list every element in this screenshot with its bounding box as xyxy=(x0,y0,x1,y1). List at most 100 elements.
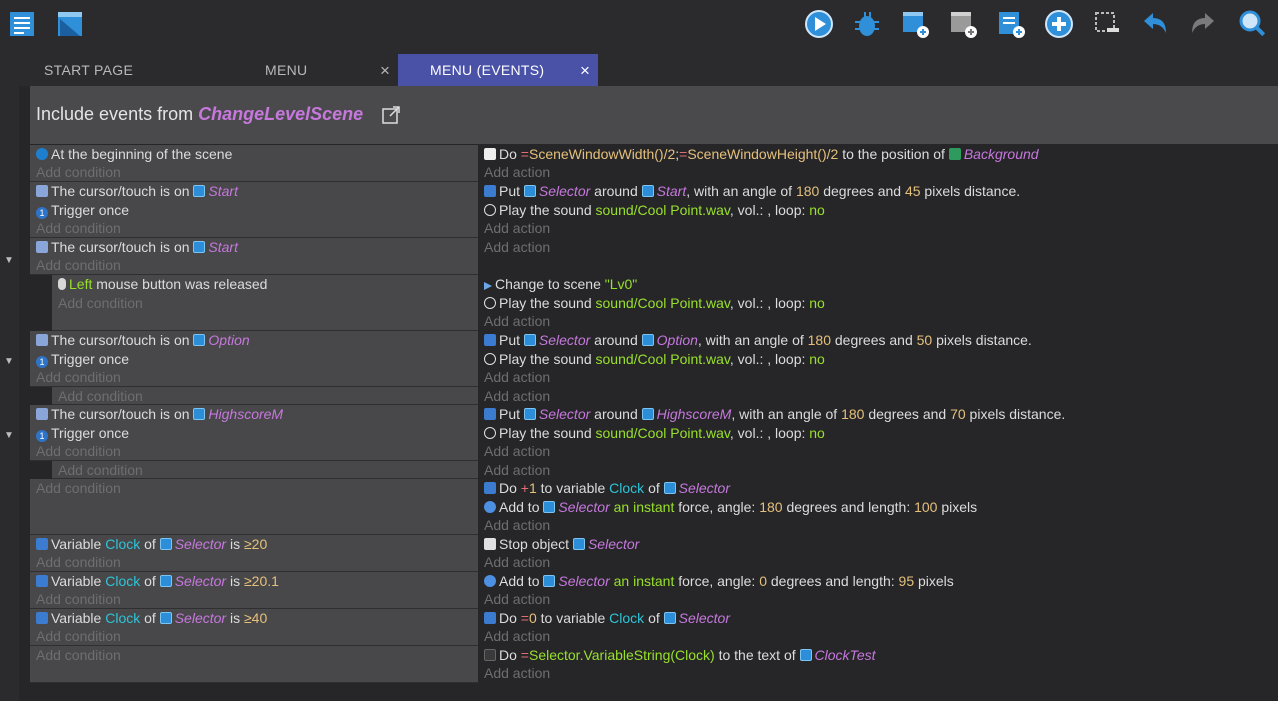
action[interactable]: Play the sound sound/Cool Point.wav, vol… xyxy=(484,350,825,369)
sub-event-row[interactable]: Left mouse button was released Add condi… xyxy=(30,275,1278,331)
event-row[interactable]: The cursor/touch is on HighscoreM 1 Trigg… xyxy=(30,405,1278,461)
add-condition[interactable]: Add condition xyxy=(36,646,121,665)
condition[interactable]: The cursor/touch is on Start xyxy=(36,182,238,201)
add-condition[interactable]: Add condition xyxy=(36,368,121,387)
action[interactable]: Do +1 to variable Clock of Selector xyxy=(484,479,730,498)
conditions-cell[interactable]: The cursor/touch is on Start Add conditi… xyxy=(30,238,478,275)
actions-cell[interactable]: Add to Selector an instant force, angle:… xyxy=(480,572,1278,609)
event-row[interactable]: Add condition Do +1 to variable Clock of… xyxy=(30,479,1278,535)
action[interactable]: Do =0 to variable Clock of Selector xyxy=(484,609,730,628)
add-condition[interactable]: Add condition xyxy=(36,590,121,609)
conditions-cell[interactable]: At the beginning of the scene Add condit… xyxy=(30,145,478,182)
condition[interactable]: Variable Clock of Selector is ≥20 xyxy=(36,535,267,554)
close-icon[interactable]: × xyxy=(580,54,590,87)
actions-cell[interactable]: Change to scene "Lv0" Play the sound sou… xyxy=(480,275,1278,331)
actions-cell[interactable]: Do =SceneWindowWidth()/2;=SceneWindowHei… xyxy=(480,145,1278,182)
condition[interactable]: Variable Clock of Selector is ≥20.1 xyxy=(36,572,279,591)
collapse-chevron-icon[interactable]: ▼ xyxy=(4,255,14,266)
add-action[interactable]: Add action xyxy=(484,516,550,535)
tab-menu-events[interactable]: MENU (EVENTS) × xyxy=(398,54,598,86)
conditions-cell[interactable]: Variable Clock of Selector is ≥20 Add co… xyxy=(30,535,478,572)
condition[interactable]: The cursor/touch is on HighscoreM xyxy=(36,405,283,424)
add-action[interactable]: Add action xyxy=(484,312,550,331)
event-row[interactable]: Variable Clock of Selector is ≥20.1 Add … xyxy=(30,572,1278,609)
close-icon[interactable]: × xyxy=(380,54,390,87)
condition[interactable]: 1 Trigger once xyxy=(36,350,129,369)
preview-play-icon[interactable] xyxy=(803,8,835,40)
add-condition[interactable]: Add condition xyxy=(58,294,143,313)
add-action[interactable]: Add action xyxy=(484,461,550,480)
actions-cell[interactable]: Stop object Selector Add action xyxy=(480,535,1278,572)
conditions-cell[interactable]: Left mouse button was released Add condi… xyxy=(52,275,478,331)
conditions-cell[interactable]: Add condition xyxy=(52,387,478,405)
tab-start-page[interactable]: START PAGE xyxy=(0,54,198,86)
action[interactable]: Put Selector around Option, with an angl… xyxy=(484,331,1032,350)
condition[interactable]: The cursor/touch is on Start xyxy=(36,238,238,257)
add-action[interactable]: Add action xyxy=(484,553,550,572)
add-condition[interactable]: Add condition xyxy=(36,553,121,572)
action[interactable]: Add to Selector an instant force, angle:… xyxy=(484,572,954,591)
add-action[interactable]: Add action xyxy=(484,442,550,461)
add-action[interactable]: Add action xyxy=(484,368,550,387)
condition[interactable]: 1 Trigger once xyxy=(36,201,129,220)
condition[interactable]: 1 Trigger once xyxy=(36,424,129,443)
debug-bug-icon[interactable] xyxy=(851,8,883,40)
add-condition[interactable]: Add condition xyxy=(36,442,121,461)
add-action[interactable]: Add action xyxy=(484,590,550,609)
event-row[interactable]: The cursor/touch is on Start 1 Trigger on… xyxy=(30,182,1278,238)
add-action[interactable]: Add action xyxy=(484,219,550,238)
event-row[interactable]: At the beginning of the scene Add condit… xyxy=(30,145,1278,182)
redo-icon[interactable] xyxy=(1187,8,1219,40)
action[interactable]: Change to scene "Lv0" xyxy=(484,275,637,294)
add-action[interactable]: Add action xyxy=(484,238,550,257)
search-icon[interactable] xyxy=(1237,8,1269,40)
actions-cell[interactable]: Put Selector around Start, with an angle… xyxy=(480,182,1278,238)
add-more-icon[interactable] xyxy=(1043,8,1075,40)
condition[interactable]: The cursor/touch is on Option xyxy=(36,331,250,350)
event-row[interactable]: Add condition Do =Selector.VariableStrin… xyxy=(30,646,1278,683)
actions-cell[interactable]: Do =0 to variable Clock of Selector Add … xyxy=(480,609,1278,646)
add-action[interactable]: Add action xyxy=(484,163,550,182)
sub-event-row[interactable]: Add condition Add action xyxy=(30,387,1278,405)
undo-icon[interactable] xyxy=(1139,8,1171,40)
conditions-cell[interactable]: Add condition xyxy=(30,479,478,535)
condition[interactable]: At the beginning of the scene xyxy=(36,145,232,164)
add-action[interactable]: Add action xyxy=(484,627,550,646)
action[interactable]: Stop object Selector xyxy=(484,535,639,554)
open-external-icon[interactable] xyxy=(382,106,400,127)
add-condition[interactable]: Add condition xyxy=(36,219,121,238)
action[interactable]: Add to Selector an instant force, angle:… xyxy=(484,498,977,517)
actions-cell[interactable]: Put Selector around Option, with an angl… xyxy=(480,331,1278,387)
actions-cell[interactable]: Add action xyxy=(480,238,1278,275)
event-row[interactable]: The cursor/touch is on Option 1 Trigger o… xyxy=(30,331,1278,387)
add-subevent-icon[interactable] xyxy=(947,8,979,40)
conditions-cell[interactable]: The cursor/touch is on Option 1 Trigger o… xyxy=(30,331,478,387)
add-condition[interactable]: Add condition xyxy=(36,163,121,182)
conditions-cell[interactable]: Variable Clock of Selector is ≥20.1 Add … xyxy=(30,572,478,609)
action[interactable]: Play the sound sound/Cool Point.wav, vol… xyxy=(484,424,825,443)
tab-menu[interactable]: MENU × xyxy=(198,54,398,86)
delete-selection-icon[interactable] xyxy=(1091,8,1123,40)
include-events-row[interactable]: Include events from ChangeLevelScene xyxy=(30,86,1278,144)
action[interactable]: Play the sound sound/Cool Point.wav, vol… xyxy=(484,201,825,220)
conditions-cell[interactable]: Add condition xyxy=(52,461,478,479)
conditions-cell[interactable]: The cursor/touch is on Start 1 Trigger on… xyxy=(30,182,478,238)
add-action[interactable]: Add action xyxy=(484,664,550,683)
condition[interactable]: Variable Clock of Selector is ≥40 xyxy=(36,609,267,628)
event-row[interactable]: Variable Clock of Selector is ≥20 Add co… xyxy=(30,535,1278,572)
actions-cell[interactable]: Add action xyxy=(480,461,1278,479)
actions-cell[interactable]: Do =Selector.VariableString(Clock) to th… xyxy=(480,646,1278,683)
conditions-cell[interactable]: The cursor/touch is on HighscoreM 1 Trigg… xyxy=(30,405,478,461)
scene-window-icon[interactable] xyxy=(54,8,86,40)
action[interactable]: Play the sound sound/Cool Point.wav, vol… xyxy=(484,294,825,313)
add-condition[interactable]: Add condition xyxy=(36,479,121,498)
conditions-cell[interactable]: Variable Clock of Selector is ≥40 Add co… xyxy=(30,609,478,646)
sub-event-row[interactable]: Add condition Add action xyxy=(30,461,1278,479)
event-row[interactable]: The cursor/touch is on Start Add conditi… xyxy=(30,238,1278,275)
add-condition[interactable]: Add condition xyxy=(36,627,121,646)
action[interactable]: Do =Selector.VariableString(Clock) to th… xyxy=(484,646,876,665)
actions-cell[interactable]: Do +1 to variable Clock of Selector Add … xyxy=(480,479,1278,535)
actions-cell[interactable]: Add action xyxy=(480,387,1278,405)
action[interactable]: Put Selector around Start, with an angle… xyxy=(484,182,1020,201)
add-condition[interactable]: Add condition xyxy=(58,387,143,406)
